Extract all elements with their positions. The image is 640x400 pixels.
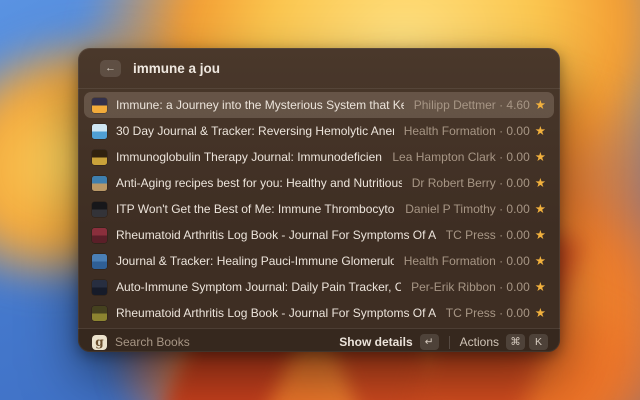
book-title: Rheumatoid Arthritis Log Book - Journal … — [116, 306, 436, 320]
star-icon: ★ — [534, 279, 546, 294]
book-cover-thumbnail — [92, 123, 107, 139]
book-author-rating: TC Press · 0.00 — [445, 228, 530, 242]
search-bar: ← — [78, 48, 560, 88]
footer-actions: Show details ↵ Actions ⌘ K — [339, 334, 548, 350]
result-row[interactable]: Rheumatoid Arthritis Log Book - Journal … — [84, 300, 554, 326]
star-icon: ★ — [534, 97, 546, 112]
result-row[interactable]: Rheumatoid Arthritis Log Book - Journal … — [84, 222, 554, 248]
show-details-button[interactable]: Show details ↵ — [339, 334, 439, 350]
book-cover-thumbnail — [92, 305, 107, 321]
book-cover-thumbnail — [92, 97, 107, 113]
footer-bar: g Search Books Show details ↵ Actions ⌘ … — [78, 329, 560, 352]
k-keycap: K — [529, 334, 548, 350]
result-row[interactable]: Anti-Aging recipes best for you: Healthy… — [84, 170, 554, 196]
search-input[interactable] — [131, 59, 544, 77]
star-icon: ★ — [534, 305, 546, 320]
book-cover-thumbnail — [92, 227, 107, 243]
back-button[interactable]: ← — [100, 59, 121, 77]
star-icon: ★ — [534, 227, 546, 242]
footer-separator — [448, 335, 450, 349]
star-icon: ★ — [534, 123, 546, 138]
star-icon: ★ — [534, 201, 546, 216]
desktop: ← Immune: a Journey into the Mysterious … — [0, 0, 640, 400]
result-row[interactable]: Journal & Tracker: Healing Pauci-Immune … — [84, 248, 554, 274]
book-title: Auto-Immune Symptom Journal: Daily Pain … — [116, 280, 402, 294]
back-arrow-icon: ← — [105, 62, 116, 74]
book-title: Rheumatoid Arthritis Log Book - Journal … — [116, 228, 436, 242]
book-author-rating: Lea Hampton Clark · 0.00 — [392, 150, 530, 164]
results-list: Immune: a Journey into the Mysterious Sy… — [78, 89, 560, 328]
result-row[interactable]: Auto-Immune Symptom Journal: Daily Pain … — [84, 274, 554, 300]
book-cover-thumbnail — [92, 253, 107, 269]
book-cover-thumbnail — [92, 201, 107, 217]
result-row[interactable]: Immunoglobulin Therapy Journal: Immunode… — [84, 144, 554, 170]
result-row[interactable]: Immune: a Journey into the Mysterious Sy… — [84, 92, 554, 118]
actions-button[interactable]: Actions ⌘ K — [460, 334, 548, 350]
book-author-rating: Philipp Dettmer · 4.60 — [413, 98, 530, 112]
launcher-window: ← Immune: a Journey into the Mysterious … — [78, 48, 560, 352]
result-row[interactable]: 30 Day Journal & Tracker: Reversing Hemo… — [84, 118, 554, 144]
book-cover-thumbnail — [92, 279, 107, 295]
book-author-rating: TC Press · 0.00 — [445, 306, 530, 320]
command-keycap: ⌘ — [506, 334, 525, 350]
book-title: Anti-Aging recipes best for you: Healthy… — [116, 176, 402, 190]
star-icon: ★ — [534, 149, 546, 164]
book-author-rating: Health Formation · 0.00 — [403, 124, 530, 138]
book-title: Journal & Tracker: Healing Pauci-Immune … — [116, 254, 394, 268]
book-cover-thumbnail — [92, 175, 107, 191]
result-row[interactable]: ITP Won't Get the Best of Me: Immune Thr… — [84, 196, 554, 222]
book-title: Immunoglobulin Therapy Journal: Immunode… — [116, 150, 382, 164]
book-title: Immune: a Journey into the Mysterious Sy… — [116, 98, 404, 112]
book-title: ITP Won't Get the Best of Me: Immune Thr… — [116, 202, 395, 216]
enter-keycap: ↵ — [419, 334, 439, 350]
book-title: 30 Day Journal & Tracker: Reversing Hemo… — [116, 124, 394, 138]
book-author-rating: Dr Robert Berry · 0.00 — [411, 176, 530, 190]
book-author-rating: Health Formation · 0.00 — [403, 254, 530, 268]
book-cover-thumbnail — [92, 149, 107, 165]
book-author-rating: Per-Erik Ribbon · 0.00 — [411, 280, 530, 294]
star-icon: ★ — [534, 175, 546, 190]
goodreads-icon: g — [92, 334, 107, 350]
star-icon: ★ — [534, 253, 546, 268]
book-author-rating: Daniel P Timothy · 0.00 — [405, 202, 530, 216]
extension-label: Search Books — [115, 335, 190, 349]
